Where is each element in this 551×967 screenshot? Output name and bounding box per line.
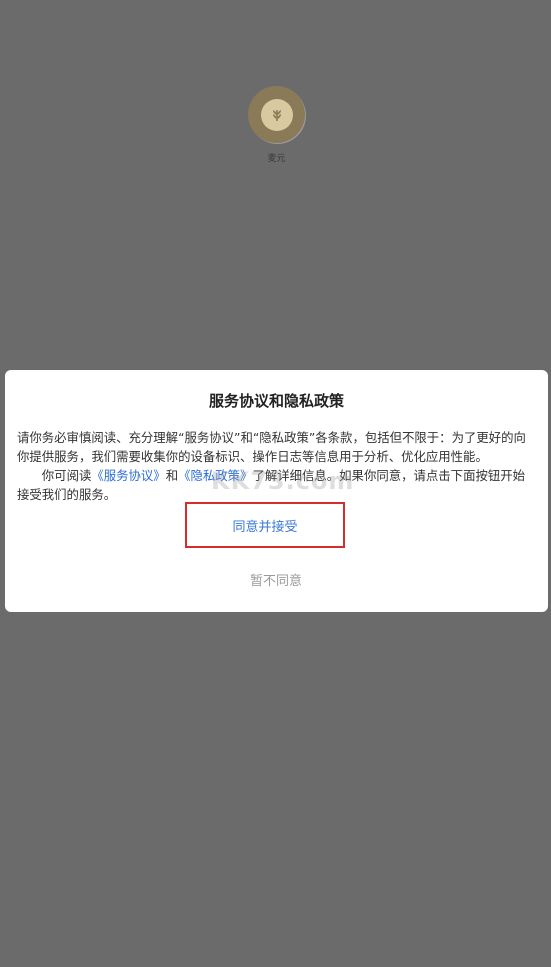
and-text: 和 [165, 468, 179, 483]
agree-button[interactable]: 同意并接受 [185, 502, 345, 548]
privacy-dialog: 服务协议和隐私政策 请你务必审慎阅读、充分理解“服务协议”和“隐私政策”各条款，… [5, 370, 548, 612]
service-agreement-link[interactable]: 《服务协议》 [91, 468, 165, 483]
dialog-paragraph-2: 你可阅读《服务协议》和《隐私政策》了解详细信息。如果你同意，请点击下面按钮开始接… [17, 466, 537, 504]
dialog-body: 请你务必审慎阅读、充分理解“服务协议”和“隐私政策”各条款，包括但不限于：为了更… [17, 428, 537, 504]
app-name: 麦元 [267, 154, 286, 164]
dialog-title: 服务协议和隐私政策 [208, 392, 344, 410]
dialog-paragraph-1: 请你务必审慎阅读、充分理解“服务协议”和“隐私政策”各条款，包括但不限于：为了更… [17, 430, 526, 464]
app-logo [248, 86, 305, 143]
paragraph-2-prefix: 你可阅读 [41, 468, 92, 483]
wheat-bag-icon [260, 98, 293, 131]
privacy-policy-link[interactable]: 《隐私政策》 [178, 468, 252, 483]
disagree-button[interactable]: 暂不同意 [185, 567, 367, 591]
